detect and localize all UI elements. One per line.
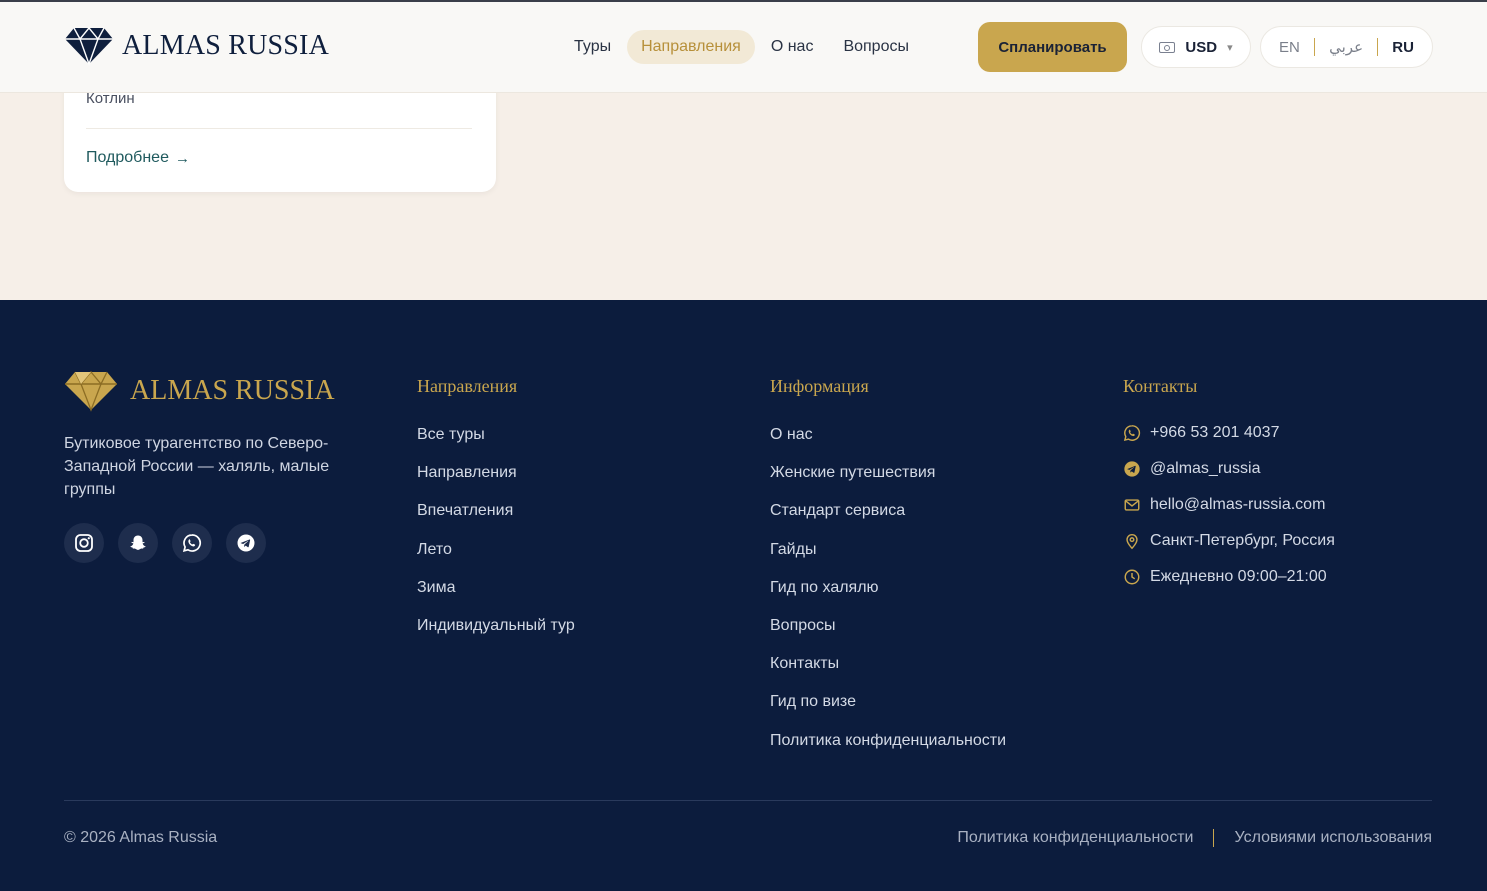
footer-description: Бутиковое турагентство по Северо-Западно…: [64, 435, 330, 498]
contact-hours-text: Ежедневно 09:00–21:00: [1150, 568, 1327, 585]
arrow-right-icon: →: [174, 149, 190, 167]
contact-phone[interactable]: +966 53 201 4037: [1123, 415, 1335, 451]
instagram-link[interactable]: [64, 523, 104, 563]
copyright: © 2026 Almas Russia: [64, 829, 218, 846]
footer-link-experiences[interactable]: Впечатления: [417, 501, 575, 539]
info-title: Информация: [770, 376, 869, 396]
footer-legal-links: Политика конфиденциальности Условиями ис…: [957, 829, 1432, 847]
chevron-down-icon: ▾: [1227, 41, 1233, 54]
language-switcher: EN عربي RU: [1260, 26, 1433, 68]
nav-item-about[interactable]: О нас: [757, 30, 828, 64]
directions-title: Направления: [417, 376, 518, 396]
footer-info-column: Информация О нас Женские путешествия Ста…: [770, 376, 1006, 769]
contact-phone-text: +966 53 201 4037: [1150, 424, 1280, 441]
whatsapp-icon: [182, 534, 202, 552]
snapchat-link[interactable]: [118, 523, 158, 563]
footer-link-summer[interactable]: Лето: [417, 540, 575, 578]
clock-icon: [1124, 569, 1140, 585]
footer-link-winter[interactable]: Зима: [417, 578, 575, 616]
lang-option-en[interactable]: EN: [1273, 37, 1306, 58]
card-more-link[interactable]: Подробнее →: [86, 149, 190, 167]
whatsapp-link[interactable]: [172, 523, 212, 563]
footer-link-women-travel[interactable]: Женские путешествия: [770, 463, 1006, 501]
contact-location-text: Санкт-Петербург, Россия: [1150, 532, 1335, 549]
contact-email[interactable]: hello@almas-russia.com: [1123, 487, 1335, 523]
contact-telegram[interactable]: @almas_russia: [1123, 451, 1335, 487]
lang-option-ar[interactable]: عربي: [1323, 36, 1369, 58]
cash-icon: [1159, 41, 1176, 53]
footer-link-contacts[interactable]: Контакты: [770, 654, 1006, 692]
plan-button[interactable]: Спланировать: [978, 22, 1127, 72]
footer-directions-column: Направления Все туры Направления Впечатл…: [417, 376, 575, 654]
footer-privacy-link[interactable]: Политика конфиденциальности: [957, 829, 1193, 847]
legal-separator: [1213, 829, 1215, 847]
top-border: [0, 0, 1487, 2]
nav-item-faq[interactable]: Вопросы: [829, 30, 923, 64]
contacts-title: Контакты: [1123, 376, 1198, 396]
nav-item-tours[interactable]: Туры: [560, 30, 625, 64]
footer-link-about[interactable]: О нас: [770, 425, 1006, 463]
social-links: [64, 523, 280, 563]
footer-link-visa-guide[interactable]: Гид по визе: [770, 692, 1006, 730]
telegram-link[interactable]: [226, 523, 266, 563]
contact-location: Санкт-Петербург, Россия: [1123, 523, 1335, 559]
mail-icon: [1124, 499, 1140, 511]
instagram-icon: [75, 534, 93, 552]
currency-value: USD: [1185, 38, 1218, 56]
header-logo[interactable]: ALMAS RUSSIA: [64, 24, 329, 68]
whatsapp-icon: [1123, 425, 1141, 442]
site-header: ALMAS RUSSIA Туры Направления О нас Вопр…: [0, 2, 1487, 93]
logo-text: ALMAS RUSSIA: [122, 30, 329, 61]
contact-hours: Ежедневно 09:00–21:00: [1123, 559, 1335, 595]
snapchat-icon: [130, 535, 146, 550]
footer-link-all-tours[interactable]: Все туры: [417, 425, 575, 463]
footer-link-privacy[interactable]: Политика конфиденциальности: [770, 731, 1006, 769]
nav-item-directions[interactable]: Направления: [627, 30, 755, 64]
diamond-icon: [65, 370, 117, 412]
footer-terms-link[interactable]: Условиями использования: [1234, 829, 1432, 847]
main-nav: Туры Направления О нас Вопросы: [560, 30, 925, 64]
lang-option-ru[interactable]: RU: [1386, 37, 1420, 58]
contact-email-text: hello@almas-russia.com: [1150, 496, 1326, 513]
footer-link-halal-guide[interactable]: Гид по халялю: [770, 578, 1006, 616]
footer-link-faq[interactable]: Вопросы: [770, 616, 1006, 654]
currency-selector[interactable]: USD ▾: [1141, 26, 1251, 68]
card-more-label: Подробнее: [86, 149, 169, 166]
diamond-icon: [65, 26, 113, 66]
lang-separator: [1377, 38, 1379, 56]
lang-separator: [1314, 38, 1315, 56]
telegram-icon: [237, 534, 255, 552]
card-divider: [86, 128, 472, 129]
telegram-icon: [1124, 461, 1140, 477]
footer-link-custom-tour[interactable]: Индивидуальный тур: [417, 616, 575, 654]
footer-divider: [64, 800, 1432, 801]
footer-contacts-column: Контакты +966 53 201 4037 @almas_russia …: [1123, 376, 1335, 595]
footer-logo-text: ALMAS RUSSIA: [130, 375, 335, 406]
footer-link-guides[interactable]: Гайды: [770, 540, 1006, 578]
footer-logo[interactable]: ALMAS RUSSIA: [64, 370, 335, 412]
footer-link-service-standard[interactable]: Стандарт сервиса: [770, 501, 1006, 539]
site-footer: ALMAS RUSSIA Бутиковое турагентство по С…: [0, 300, 1487, 891]
footer-link-directions[interactable]: Направления: [417, 463, 575, 501]
map-pin-icon: [1126, 534, 1138, 550]
contact-telegram-text: @almas_russia: [1150, 460, 1261, 477]
